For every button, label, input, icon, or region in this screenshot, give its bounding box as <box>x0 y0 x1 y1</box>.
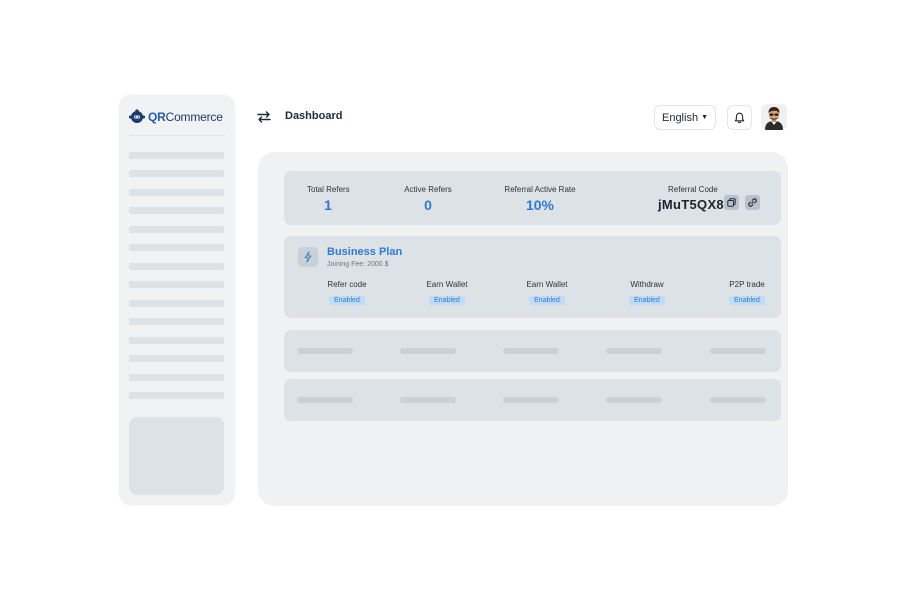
table-row-placeholder <box>284 379 781 421</box>
sidebar-item-placeholder[interactable] <box>129 337 224 344</box>
feature-label: Earn Wallet <box>526 280 568 289</box>
copy-link-button[interactable] <box>745 195 760 210</box>
cell-placeholder <box>297 397 353 403</box>
sidebar-item-placeholder[interactable] <box>129 170 224 177</box>
link-icon <box>748 198 757 207</box>
status-badge: Enabled <box>429 296 465 305</box>
referral-code-label: Referral Code <box>668 185 718 194</box>
cell-placeholder <box>400 397 456 403</box>
sidebar-item-placeholder[interactable] <box>129 300 224 307</box>
feature-label: P2P trade <box>729 280 765 289</box>
feature-earn-wallet-2: Earn Wallet Enabled <box>524 280 570 307</box>
sidebar-item-placeholder[interactable] <box>129 189 224 196</box>
sidebar-item-placeholder[interactable] <box>129 392 224 399</box>
logo-icon <box>129 109 145 123</box>
sidebar: QRCommerce <box>119 95 235 505</box>
main-content: Total Refers 1 Active Refers 0 Referral … <box>258 152 788 506</box>
brand-name: QRCommerce <box>148 110 223 124</box>
feature-refer-code: Refer code Enabled <box>326 280 368 307</box>
sidebar-item-placeholder[interactable] <box>129 263 224 270</box>
stat-active-refers: Active Refers 0 <box>403 185 453 213</box>
feature-label: Withdraw <box>630 280 664 289</box>
sidebar-item-placeholder[interactable] <box>129 355 224 362</box>
cell-placeholder <box>503 397 559 403</box>
cell-placeholder <box>710 348 766 354</box>
menu-switch-icon[interactable] <box>257 111 271 123</box>
status-badge: Enabled <box>529 296 565 305</box>
feature-earn-wallet: Earn Wallet Enabled <box>424 280 470 307</box>
stat-total-refers: Total Refers 1 <box>307 185 350 213</box>
plan-joining-fee: Joining Fee: 2000 $ <box>327 261 389 268</box>
feature-label: Refer code <box>327 280 367 289</box>
referral-stats-card: Total Refers 1 Active Refers 0 Referral … <box>284 171 781 225</box>
plan-icon-box <box>298 247 318 267</box>
feature-label: Earn Wallet <box>426 280 468 289</box>
stat-value: 1 <box>324 197 332 213</box>
cell-placeholder <box>606 397 662 403</box>
language-select[interactable]: English ▼ <box>654 105 716 130</box>
cell-placeholder <box>297 348 353 354</box>
brand-logo[interactable]: QRCommerce <box>128 108 223 126</box>
feature-withdraw: Withdraw Enabled <box>624 280 670 307</box>
copy-code-button[interactable] <box>724 195 739 210</box>
avatar[interactable] <box>761 104 787 130</box>
copy-icon <box>727 198 736 207</box>
lightning-icon <box>304 251 312 263</box>
plan-title: Business Plan <box>327 246 403 258</box>
cell-placeholder <box>503 348 559 354</box>
stat-referral-active-rate: Referral Active Rate 10% <box>504 185 576 213</box>
business-plan-card: Business Plan Joining Fee: 2000 $ Refer … <box>284 236 781 318</box>
referral-code-value: jMuT5QX8 <box>658 197 724 212</box>
sidebar-divider <box>129 135 225 136</box>
stat-label: Total Refers <box>307 185 350 194</box>
avatar-image <box>761 104 787 130</box>
status-badge: Enabled <box>329 296 365 305</box>
stat-value: 10% <box>525 197 555 213</box>
sidebar-item-placeholder[interactable] <box>129 226 224 233</box>
cell-placeholder <box>710 397 766 403</box>
cell-placeholder <box>400 348 456 354</box>
page-title: Dashboard <box>285 110 343 122</box>
cell-placeholder <box>606 348 662 354</box>
sidebar-item-placeholder[interactable] <box>129 374 224 381</box>
sidebar-item-placeholder[interactable] <box>129 281 224 288</box>
sidebar-item-placeholder[interactable] <box>129 152 224 159</box>
language-label: English <box>661 111 699 124</box>
stat-label: Referral Active Rate <box>504 185 576 194</box>
feature-p2p-trade: P2P trade Enabled <box>724 280 770 307</box>
notifications-button[interactable] <box>727 105 752 130</box>
chevron-down-icon: ▼ <box>701 114 708 121</box>
table-row-placeholder <box>284 330 781 372</box>
stat-value: 0 <box>424 197 432 213</box>
status-badge: Enabled <box>729 296 765 305</box>
status-badge: Enabled <box>629 296 665 305</box>
sidebar-item-placeholder[interactable] <box>129 207 224 214</box>
sidebar-card-placeholder <box>129 417 224 495</box>
sidebar-item-placeholder[interactable] <box>129 318 224 325</box>
stat-label: Active Refers <box>404 185 452 194</box>
bell-icon <box>734 112 745 123</box>
sidebar-item-placeholder[interactable] <box>129 244 224 251</box>
